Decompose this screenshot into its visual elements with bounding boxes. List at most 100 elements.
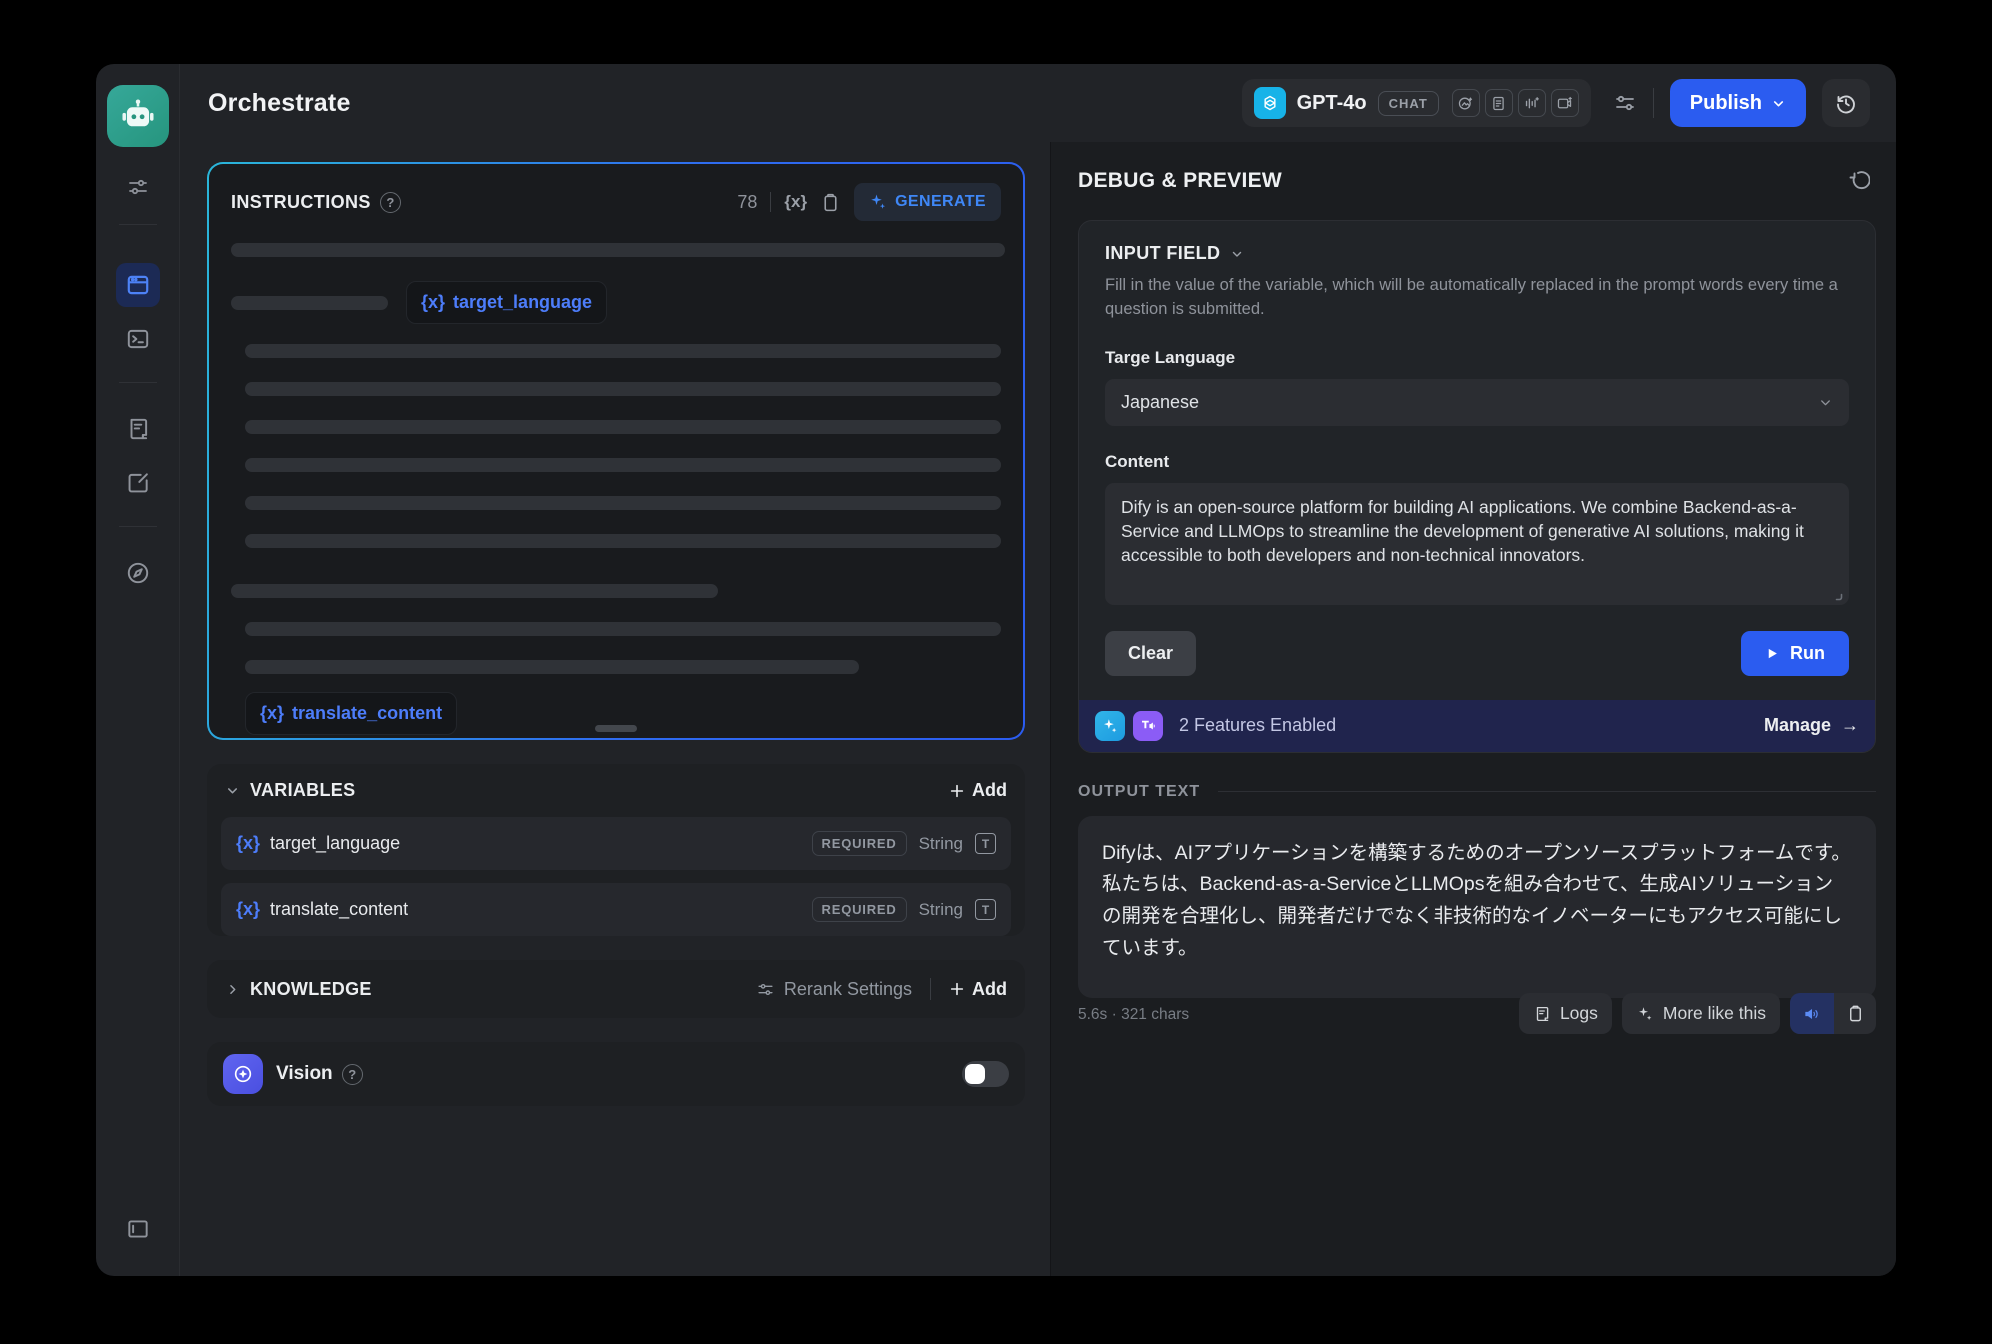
top-bar: Orchestrate GPT-4o CHAT (180, 64, 1896, 142)
skeleton-line (245, 496, 1001, 510)
language-value: Japanese (1121, 392, 1199, 413)
skeleton-line (245, 382, 1001, 396)
openai-logo-icon (1254, 87, 1286, 119)
chevron-down-icon[interactable] (225, 783, 240, 798)
resize-handle[interactable] (595, 725, 637, 732)
skeleton-line (231, 243, 1005, 257)
output-text: Difyは、AIアプリケーションを構築するためのオープンソースプラットフォームで… (1102, 838, 1852, 964)
instructions-title: INSTRUCTIONS (231, 192, 371, 213)
input-field-description: Fill in the value of the variable, which… (1105, 274, 1849, 322)
sidebar (96, 64, 180, 1276)
required-badge: REQUIRED (812, 831, 907, 856)
skeleton-line (231, 584, 718, 598)
speaker-button[interactable] (1790, 993, 1834, 1034)
model-name: GPT-4o (1297, 92, 1367, 115)
vision-help-icon[interactable]: ? (342, 1064, 363, 1085)
speaker-icon (1802, 1004, 1822, 1024)
skeleton-line (245, 420, 1001, 434)
input-field-header[interactable]: INPUT FIELD (1105, 243, 1849, 264)
variable-row-target-language[interactable]: {x} target_language REQUIRED String T (221, 817, 1011, 870)
sidebar-divider (119, 526, 157, 527)
chevron-down-icon (1771, 96, 1786, 111)
copy-icon[interactable] (820, 192, 841, 213)
model-parameters-icon[interactable] (1605, 83, 1645, 123)
model-mode-badge: CHAT (1378, 91, 1439, 116)
language-select[interactable]: Japanese (1105, 379, 1849, 426)
variable-name: target_language (270, 833, 400, 854)
play-icon (1765, 646, 1780, 661)
debug-preview-pane: DEBUG & PREVIEW INPUT FIELD (1050, 142, 1896, 1276)
skeleton-line (245, 534, 1001, 548)
add-variable-button[interactable]: Add (949, 780, 1007, 801)
collapse-sidebar-icon[interactable] (116, 1207, 160, 1251)
variable-chip-target-language[interactable]: {x}target_language (406, 281, 607, 324)
knowledge-section: KNOWLEDGE Rerank Settings Add (207, 960, 1025, 1018)
restart-icon[interactable] (1846, 169, 1870, 193)
publish-button[interactable]: Publish (1670, 79, 1806, 127)
logs-button[interactable]: Logs (1519, 993, 1612, 1034)
sidebar-item-monitoring[interactable] (116, 551, 160, 595)
clear-button[interactable]: Clear (1105, 631, 1196, 676)
sidebar-divider (119, 382, 157, 383)
skeleton-line (245, 458, 1001, 472)
add-knowledge-button[interactable]: Add (949, 979, 1007, 1000)
skeleton-line (245, 344, 1001, 358)
run-button[interactable]: Run (1741, 631, 1849, 676)
vision-toggle[interactable] (962, 1061, 1009, 1087)
chevron-right-icon[interactable] (225, 982, 240, 997)
audio-actions (1790, 993, 1876, 1034)
output-card: Difyは、AIアプリケーションを構築するためのオープンソースプラットフォームで… (1078, 816, 1876, 998)
variable-name: translate_content (270, 899, 408, 920)
sidebar-item-logs[interactable] (116, 407, 160, 451)
variable-token: {x} (236, 899, 260, 920)
settings-sliders-icon[interactable] (116, 165, 160, 209)
audio-capability-icon (1518, 89, 1546, 117)
app-logo-robot-icon[interactable] (107, 85, 169, 147)
rerank-sliders-icon (756, 980, 775, 999)
model-selector[interactable]: GPT-4o CHAT (1242, 79, 1591, 127)
skeleton-line (245, 660, 859, 674)
variable-type: String (919, 900, 963, 920)
history-button[interactable] (1822, 79, 1870, 127)
sidebar-item-annotation[interactable] (116, 461, 160, 505)
history-icon (1834, 91, 1858, 115)
vision-capability-icon (1452, 89, 1480, 117)
vision-section: Vision ? (207, 1042, 1025, 1106)
sparkles-icon (1636, 1005, 1654, 1023)
knowledge-title: KNOWLEDGE (250, 979, 372, 1000)
skeleton-line (231, 296, 388, 310)
instructions-help-icon[interactable]: ? (380, 192, 401, 213)
variables-title: VARIABLES (250, 780, 355, 801)
sidebar-item-orchestrate[interactable] (116, 263, 160, 307)
manage-features-button[interactable]: Manage → (1764, 715, 1859, 736)
rerank-settings-button[interactable]: Rerank Settings (756, 979, 912, 1000)
sidebar-item-terminal[interactable] (116, 317, 160, 361)
document-capability-icon (1485, 89, 1513, 117)
plus-icon (949, 981, 965, 997)
skeleton-line (245, 622, 1001, 636)
instructions-panel: INSTRUCTIONS ? 78 {x} (207, 162, 1025, 740)
content-value: Dify is an open-source platform for buil… (1121, 497, 1804, 565)
variable-chip-translate-content[interactable]: {x}translate_content (245, 692, 457, 735)
insert-variable-icon[interactable]: {x} (784, 192, 807, 212)
debug-title: DEBUG & PREVIEW (1078, 169, 1282, 193)
tools-divider (770, 192, 771, 212)
features-bar[interactable]: 2 Features Enabled Manage → (1079, 700, 1875, 752)
prompt-editor[interactable]: {x}target_language (209, 233, 1023, 735)
string-type-icon[interactable]: T (975, 833, 996, 854)
topbar-divider (1653, 88, 1654, 118)
generate-button[interactable]: GENERATE (854, 183, 1001, 221)
features-enabled-text: 2 Features Enabled (1179, 715, 1336, 736)
input-field-title: INPUT FIELD (1105, 243, 1220, 264)
copy-output-button[interactable] (1834, 993, 1876, 1034)
content-textarea[interactable]: Dify is an open-source platform for buil… (1105, 483, 1849, 605)
variable-type: String (919, 834, 963, 854)
more-like-this-button[interactable]: More like this (1622, 993, 1780, 1034)
variables-section: VARIABLES Add {x} target_language REQUIR… (207, 764, 1025, 936)
generate-feature-icon (1095, 711, 1125, 741)
string-type-icon[interactable]: T (975, 899, 996, 920)
variable-row-translate-content[interactable]: {x} translate_content REQUIRED String T (221, 883, 1011, 936)
chevron-down-icon (1818, 395, 1833, 410)
output-text-title: OUTPUT TEXT (1078, 783, 1200, 801)
resize-corner-icon[interactable] (1831, 589, 1843, 601)
